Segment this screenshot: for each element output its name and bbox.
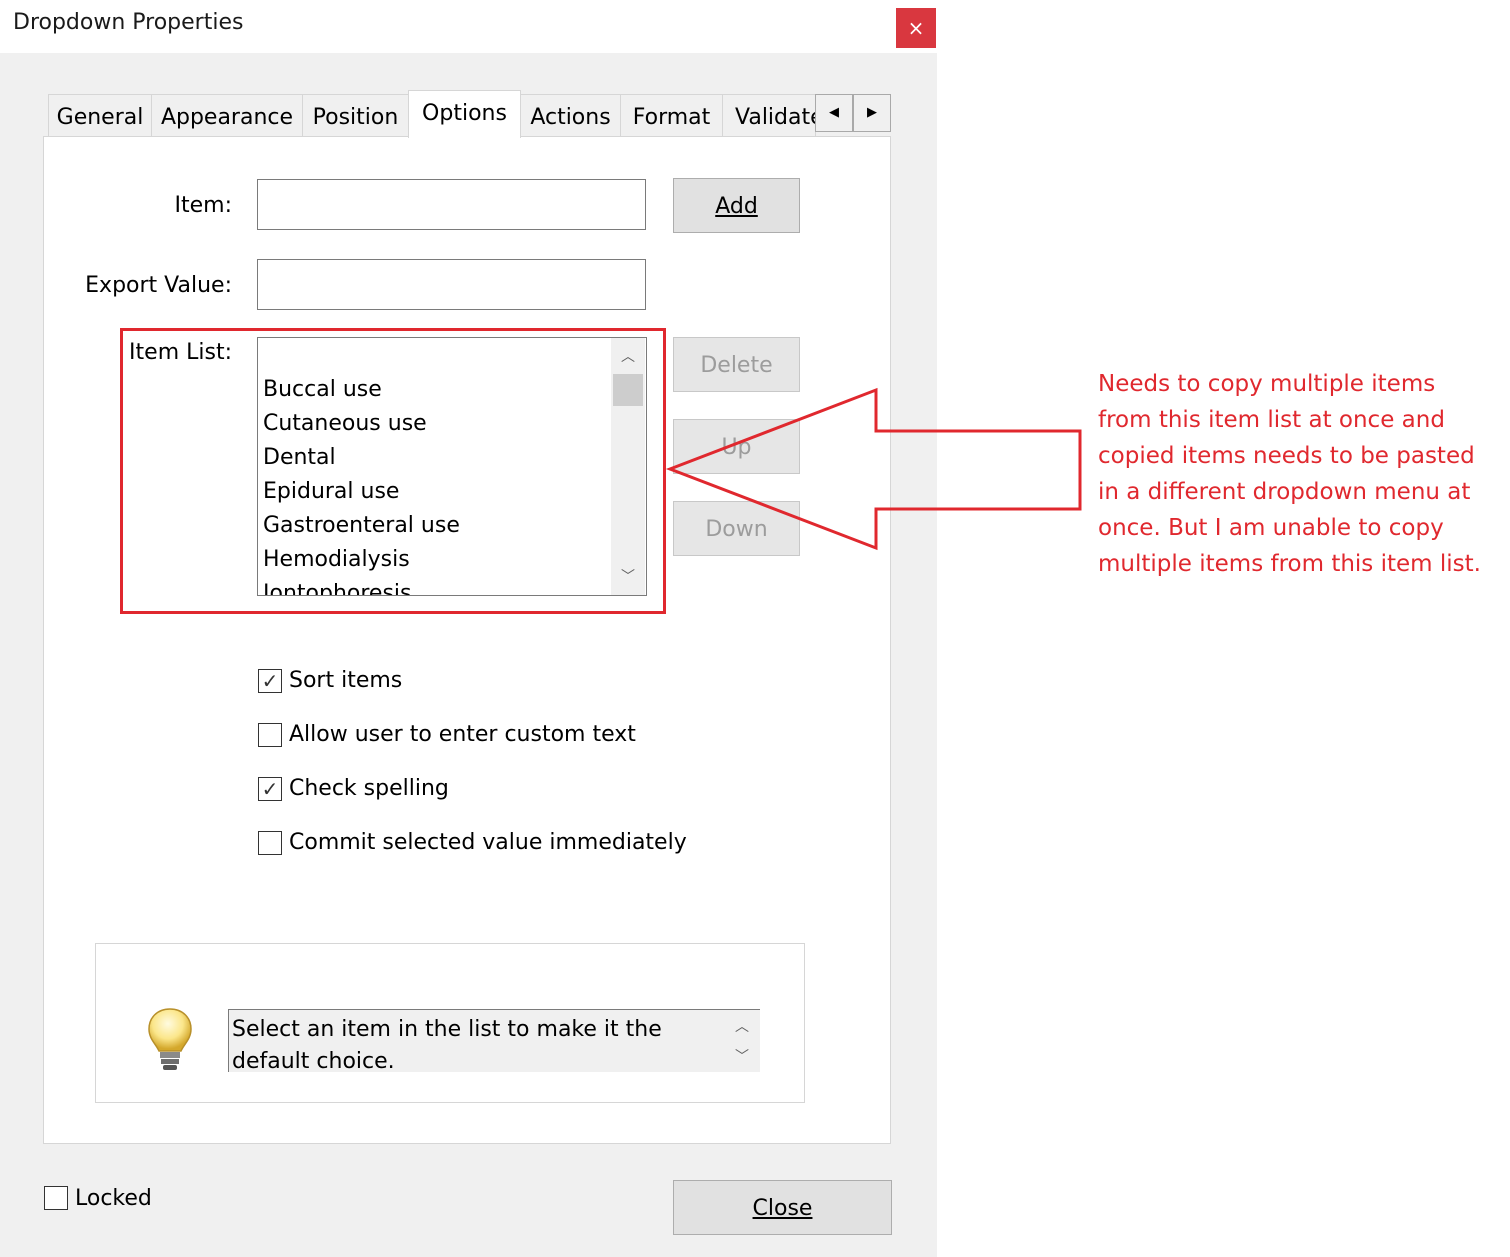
checkmark-icon: ✓ bbox=[261, 777, 279, 801]
highlight-rectangle bbox=[120, 328, 666, 614]
check-spelling-checkbox[interactable]: ✓ bbox=[258, 777, 282, 801]
tab-appearance[interactable]: Appearance bbox=[151, 94, 303, 136]
locked-checkbox[interactable] bbox=[44, 1186, 68, 1210]
tab-position[interactable]: Position bbox=[302, 94, 409, 136]
locked-label[interactable]: Locked bbox=[75, 1186, 152, 1211]
tab-scroll-left-button[interactable]: ◀ bbox=[815, 94, 853, 132]
annotation-line: from this item list at once and bbox=[1098, 407, 1445, 433]
export-value-label: Export Value: bbox=[85, 273, 232, 298]
tip-text-area[interactable]: Select an item in the list to make it th… bbox=[228, 1009, 760, 1072]
allow-custom-text-checkbox[interactable] bbox=[258, 723, 282, 747]
annotation-arrow bbox=[665, 387, 1082, 551]
item-input[interactable] bbox=[257, 179, 646, 230]
window-close-button[interactable]: × bbox=[896, 8, 936, 48]
tab-scroll-right-button[interactable]: ▶ bbox=[853, 94, 891, 132]
checkmark-icon: ✓ bbox=[261, 669, 279, 693]
title-bar[interactable]: Dropdown Properties bbox=[0, 0, 937, 53]
tab-actions[interactable]: Actions bbox=[520, 94, 621, 136]
arrow-right-icon: ▶ bbox=[867, 105, 877, 120]
tab-format[interactable]: Format bbox=[620, 94, 723, 136]
chevron-up-icon[interactable]: ︿ bbox=[727, 1016, 757, 1036]
export-value-input[interactable] bbox=[257, 259, 646, 310]
annotation-line: multiple items from this item list. bbox=[1098, 551, 1481, 577]
tip-text: Select an item in the list to make it th… bbox=[232, 1017, 662, 1072]
annotation-line: once. But I am unable to copy bbox=[1098, 515, 1444, 541]
window-title: Dropdown Properties bbox=[13, 10, 244, 35]
sort-items-label[interactable]: Sort items bbox=[289, 668, 402, 693]
allow-custom-text-label[interactable]: Allow user to enter custom text bbox=[289, 722, 636, 747]
annotation-line: in a different dropdown menu at bbox=[1098, 479, 1471, 505]
item-label: Item: bbox=[174, 193, 233, 218]
annotation-text: Needs to copy multiple items from this i… bbox=[1098, 366, 1508, 582]
add-button[interactable]: Add bbox=[673, 178, 800, 233]
close-button[interactable]: Close bbox=[673, 1180, 892, 1235]
commit-immediately-checkbox[interactable] bbox=[258, 831, 282, 855]
tab-options[interactable]: Options bbox=[408, 90, 521, 138]
annotation-line: Needs to copy multiple items bbox=[1098, 371, 1436, 397]
tab-validate[interactable]: Validate bbox=[722, 94, 816, 136]
tab-general[interactable]: General bbox=[48, 94, 152, 136]
commit-immediately-label[interactable]: Commit selected value immediately bbox=[289, 830, 687, 855]
sort-items-checkbox[interactable]: ✓ bbox=[258, 669, 282, 693]
arrow-left-icon: ◀ bbox=[829, 105, 839, 120]
lightbulb-icon bbox=[148, 1008, 192, 1070]
annotation-line: copied items needs to be pasted bbox=[1098, 443, 1475, 469]
chevron-down-icon[interactable]: ﹀ bbox=[727, 1046, 757, 1066]
check-spelling-label[interactable]: Check spelling bbox=[289, 776, 449, 801]
